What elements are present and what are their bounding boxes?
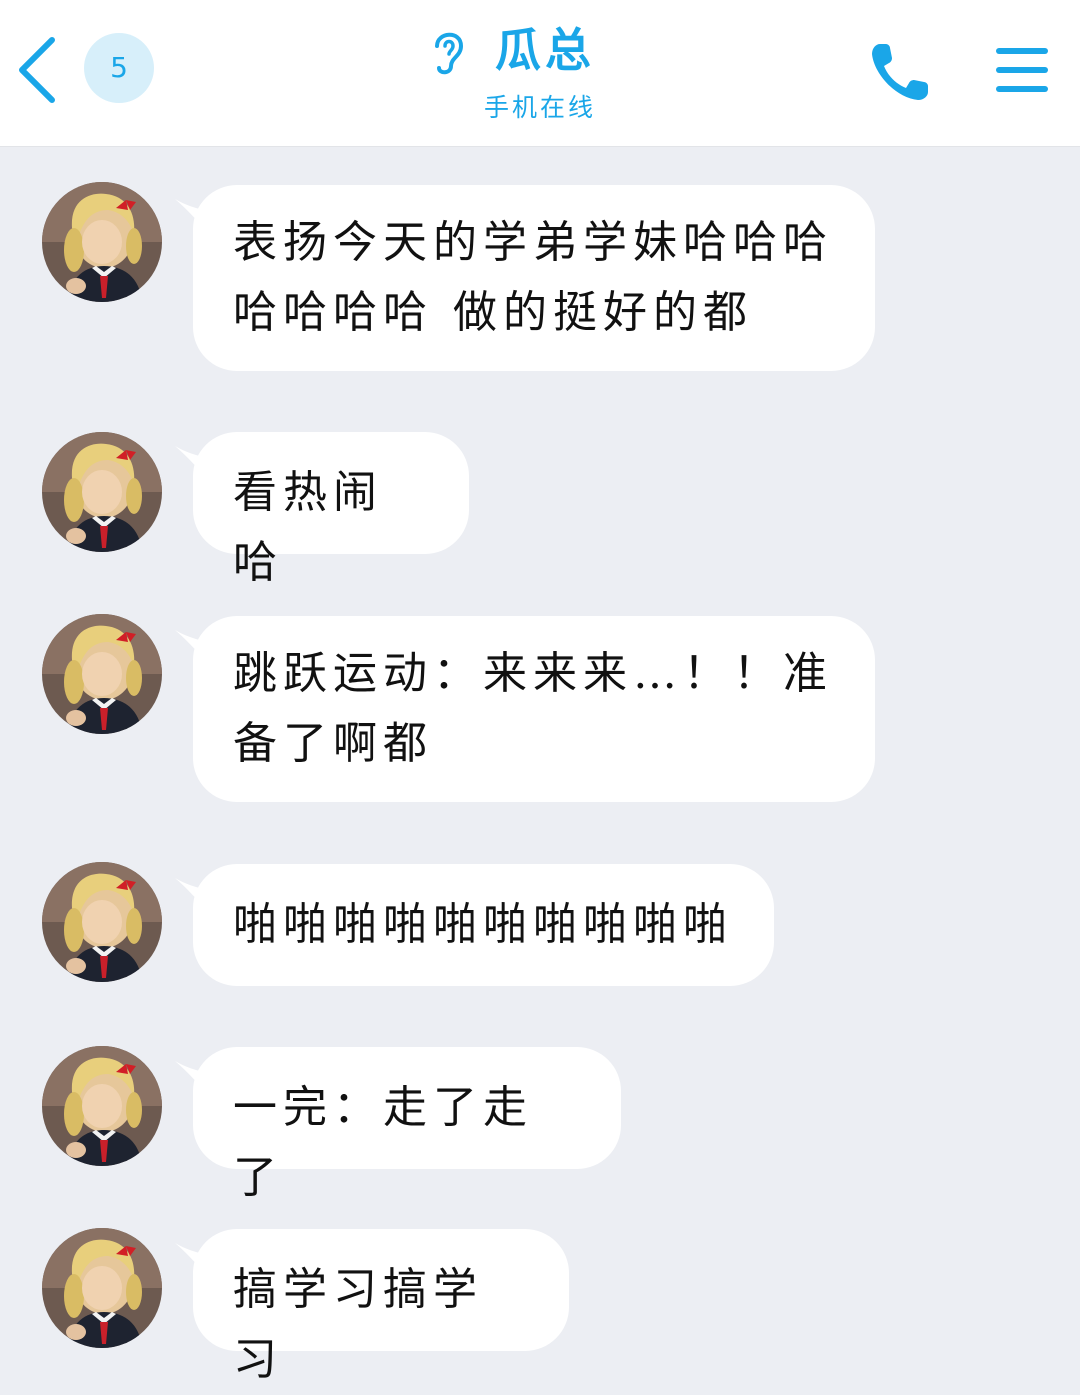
message-bubble[interactable]: 表扬今天的学弟学妹哈哈哈 哈哈哈哈 做的挺好的都 <box>175 185 875 371</box>
avatar[interactable] <box>42 1228 162 1348</box>
chat-header: 5 瓜总 手机在线 <box>0 0 1080 147</box>
message-text: 一完：走了走了 <box>233 1082 533 1203</box>
avatar[interactable] <box>42 1046 162 1166</box>
online-status: 手机在线 <box>484 93 597 122</box>
message-text: 表扬今天的学弟学妹哈哈哈 哈哈哈哈 做的挺好的都 <box>233 217 833 338</box>
message-bubble[interactable]: 啪啪啪啪啪啪啪啪啪啪 <box>175 864 774 986</box>
back-chevron-icon[interactable] <box>10 30 70 110</box>
ear-icon[interactable] <box>429 24 469 76</box>
contact-title: 瓜总 <box>425 22 665 82</box>
message-bubble[interactable]: 看热闹哈 <box>175 432 469 588</box>
bubble-tail <box>175 878 209 912</box>
message-text: 看热闹哈 <box>233 467 383 588</box>
avatar[interactable] <box>42 182 162 302</box>
message-bubble[interactable]: 一完：走了走了 <box>175 1047 621 1203</box>
message-text: 搞学习搞学习 <box>233 1264 483 1385</box>
bubble-tail <box>175 446 209 480</box>
avatar[interactable] <box>42 614 162 734</box>
avatar[interactable] <box>42 432 162 552</box>
message-bubble[interactable]: 搞学习搞学习 <box>175 1229 569 1385</box>
bubble-tail <box>175 1243 209 1277</box>
bubble-tail <box>175 630 209 664</box>
bubble-tail <box>175 1061 209 1095</box>
contact-name[interactable]: 瓜总 <box>495 22 595 78</box>
message-text: 跳跃运动：来来来…！！准 备了啊都 <box>233 648 833 769</box>
bubble-tail <box>175 199 209 233</box>
phone-icon[interactable] <box>866 38 934 106</box>
message-text: 啪啪啪啪啪啪啪啪啪啪 <box>233 899 733 950</box>
unread-count-badge[interactable]: 5 <box>84 33 154 103</box>
menu-icon[interactable] <box>994 44 1050 96</box>
avatar[interactable] <box>42 862 162 982</box>
message-bubble[interactable]: 跳跃运动：来来来…！！准 备了啊都 <box>175 616 875 802</box>
